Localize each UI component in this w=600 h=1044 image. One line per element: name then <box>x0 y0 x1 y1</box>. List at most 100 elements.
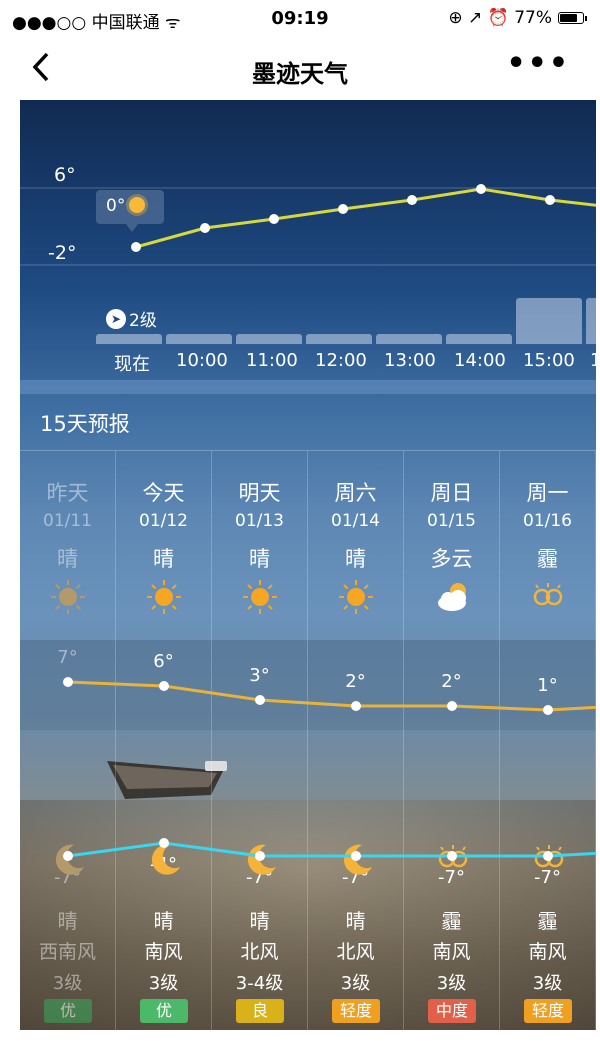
sun-icon <box>50 579 86 615</box>
day-name: 昨天 <box>46 481 89 505</box>
current-temp-badge: 0° <box>96 190 164 232</box>
moon-icon <box>146 841 184 879</box>
forecast-grid: 昨天01/11晴7°-7°晴西南风3级优今天01/12晴6°-4°晴南风3级优明… <box>20 450 596 1030</box>
wind-bar <box>236 334 302 344</box>
more-button[interactable]: ••• <box>506 46 570 81</box>
aqi-badge: 优 <box>140 999 188 1023</box>
wind-direction: 北风 <box>240 941 279 963</box>
day-condition: 晴 <box>153 547 174 571</box>
wind-bar <box>516 298 582 344</box>
forecast-day-column[interactable]: 周六 01/14 晴 2° -7° 晴北风 3级 轻度 <box>308 451 404 1030</box>
wind-direction-icon: ➤ <box>106 308 126 329</box>
sun-icon <box>146 579 182 615</box>
wind-direction: 南风 <box>528 941 567 963</box>
wind-direction: 西南风 <box>38 941 96 963</box>
aqi-badge: 轻度 <box>332 999 380 1023</box>
aqi-badge: 轻度 <box>524 999 572 1023</box>
haze-icon <box>530 841 568 879</box>
wind-bar <box>96 334 162 344</box>
battery-icon <box>558 12 587 24</box>
day-name: 明天 <box>238 481 281 505</box>
day-date: 01/12 <box>139 511 188 531</box>
day-name: 周六 <box>334 481 377 505</box>
forecast-day-column[interactable]: 今天01/12晴6°-4°晴南风3级优 <box>116 451 212 1030</box>
status-bar: ●●●○○ 中国联通 ᯤ 09:19 ⊕ ↗ ⏰ 77% <box>0 0 600 40</box>
day-date: 01/14 <box>331 511 380 531</box>
hourly-point <box>407 195 417 205</box>
night-condition: 晴 <box>345 909 366 933</box>
hourly-time-row: 现在 10:00 11:00 12:00 13:00 14:00 15:00 1 <box>20 344 596 380</box>
wind-bar <box>166 334 232 344</box>
wind-level-text: 2级 <box>129 311 157 331</box>
night-condition: 晴 <box>57 909 78 933</box>
day-date: 01/11 <box>43 511 92 531</box>
forecast-section-title: 15天预报 <box>40 412 130 436</box>
wind-direction: 南风 <box>432 941 471 963</box>
wind-bar <box>446 334 512 344</box>
high-temp: 6° <box>153 651 174 672</box>
time-label: 12:00 <box>315 350 367 371</box>
weather-content: 6° -2° 0° ➤ 2级 现在 10:00 11:00 12:00 13:0… <box>20 100 596 1030</box>
night-condition: 霾 <box>441 909 462 933</box>
hourly-point <box>131 242 141 252</box>
sun-icon <box>129 197 146 213</box>
high-temp: 1° <box>537 675 558 696</box>
aqi-badge: 优 <box>44 999 92 1023</box>
status-indicators: ⊕ ↗ ⏰ 77% <box>448 8 587 28</box>
aqi-badge: 良 <box>236 999 284 1023</box>
high-temp: 3° <box>249 665 270 686</box>
time-label: 1 <box>590 350 596 371</box>
hourly-point <box>338 204 348 214</box>
time-label: 15:00 <box>523 350 575 371</box>
day-date: 01/13 <box>235 511 284 531</box>
moon-icon <box>338 841 376 879</box>
night-condition: 晴 <box>153 909 174 933</box>
day-condition: 晴 <box>249 547 270 571</box>
day-condition: 多云 <box>430 547 473 571</box>
night-condition: 晴 <box>249 909 270 933</box>
day-date: 01/16 <box>523 511 572 531</box>
day-condition: 霾 <box>537 547 558 571</box>
day-condition: 晴 <box>57 547 78 571</box>
haze-icon <box>434 841 472 879</box>
haze-icon <box>530 579 566 615</box>
night-condition: 霾 <box>537 909 558 933</box>
high-temp: 2° <box>345 671 366 692</box>
time-label: 14:00 <box>454 350 506 371</box>
hourly-point <box>200 223 210 233</box>
forecast-day-column[interactable]: 明天 01/13 晴 3° -7° 晴北风 3-4级良 <box>212 451 308 1030</box>
wind-level: 3级 <box>436 973 467 994</box>
wind-bar <box>586 298 596 344</box>
high-temp: 7° <box>57 647 78 668</box>
hourly-point <box>476 184 486 194</box>
day-name: 周一 <box>526 481 569 505</box>
wind-bar <box>306 334 372 344</box>
y-axis-label-low: -2° <box>48 242 77 264</box>
forecast-day-column[interactable]: 周一 01/16 霾 1° -7° 霾南风 3级 轻度 <box>500 451 596 1030</box>
day-date: 01/15 <box>427 511 476 531</box>
sun-icon <box>338 579 374 615</box>
day-name: 周日 <box>430 481 473 505</box>
sun-icon <box>242 579 278 615</box>
time-label: 10:00 <box>176 350 228 371</box>
section-divider <box>20 380 596 394</box>
wind-level: 3级 <box>532 973 563 994</box>
moon-icon <box>50 841 88 879</box>
moon-icon <box>242 841 280 879</box>
day-name: 今天 <box>142 481 185 505</box>
wind-level: 3级 <box>52 973 83 994</box>
wind-level: 3级 <box>340 973 371 994</box>
hourly-point <box>545 195 555 205</box>
day-condition: 晴 <box>345 547 366 571</box>
cloud-sun-icon <box>434 579 470 615</box>
time-label: 13:00 <box>384 350 436 371</box>
y-axis-label-high: 6° <box>54 164 76 186</box>
hourly-point <box>269 214 279 224</box>
forecast-day-column[interactable]: 周日 01/15 多云 2° -7° 霾南风 3级 中度 <box>404 451 500 1030</box>
aqi-badge: 中度 <box>428 999 476 1023</box>
wind-level: 3-4级 <box>235 973 284 994</box>
nav-bar: 墨迹天气 ••• <box>0 40 600 100</box>
wind-direction: 北风 <box>336 941 375 963</box>
forecast-day-column[interactable]: 昨天 01/11 晴 7° -7° 晴西南风 3级优 <box>20 451 116 1030</box>
current-temp: 0° <box>106 196 126 216</box>
